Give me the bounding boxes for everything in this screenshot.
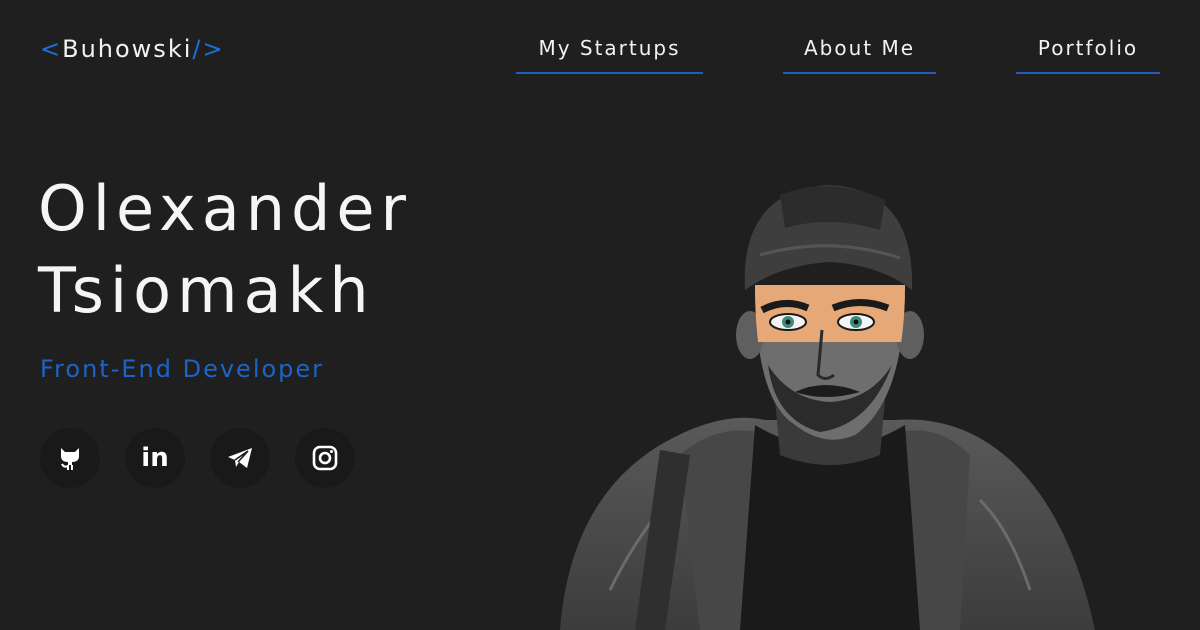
- nav-item-about-me[interactable]: About Me: [783, 36, 936, 74]
- linkedin-link[interactable]: in: [125, 428, 185, 488]
- nav-item-portfolio[interactable]: Portfolio: [1016, 36, 1160, 74]
- instagram-link[interactable]: [295, 428, 355, 488]
- main-nav: My Startups About Me Portfolio: [0, 0, 1200, 90]
- nav-label: Portfolio: [1037, 36, 1139, 60]
- hero-role: Front-End Developer: [40, 355, 325, 383]
- profile-portrait: [560, 185, 1095, 630]
- nav-label: About Me: [803, 36, 916, 60]
- telegram-icon: [228, 448, 252, 468]
- telegram-link[interactable]: [210, 428, 270, 488]
- hero-name: Olexander Tsiomakh: [38, 168, 412, 332]
- hero-last-name: Tsiomakh: [38, 254, 375, 327]
- github-icon: [61, 448, 79, 470]
- nav-item-my-startups[interactable]: My Startups: [516, 36, 703, 74]
- github-link[interactable]: [40, 428, 100, 488]
- hero-first-name: Olexander: [38, 172, 413, 245]
- instagram-icon: [312, 445, 338, 471]
- linkedin-icon: in: [141, 443, 169, 473]
- nav-label: My Startups: [538, 36, 681, 60]
